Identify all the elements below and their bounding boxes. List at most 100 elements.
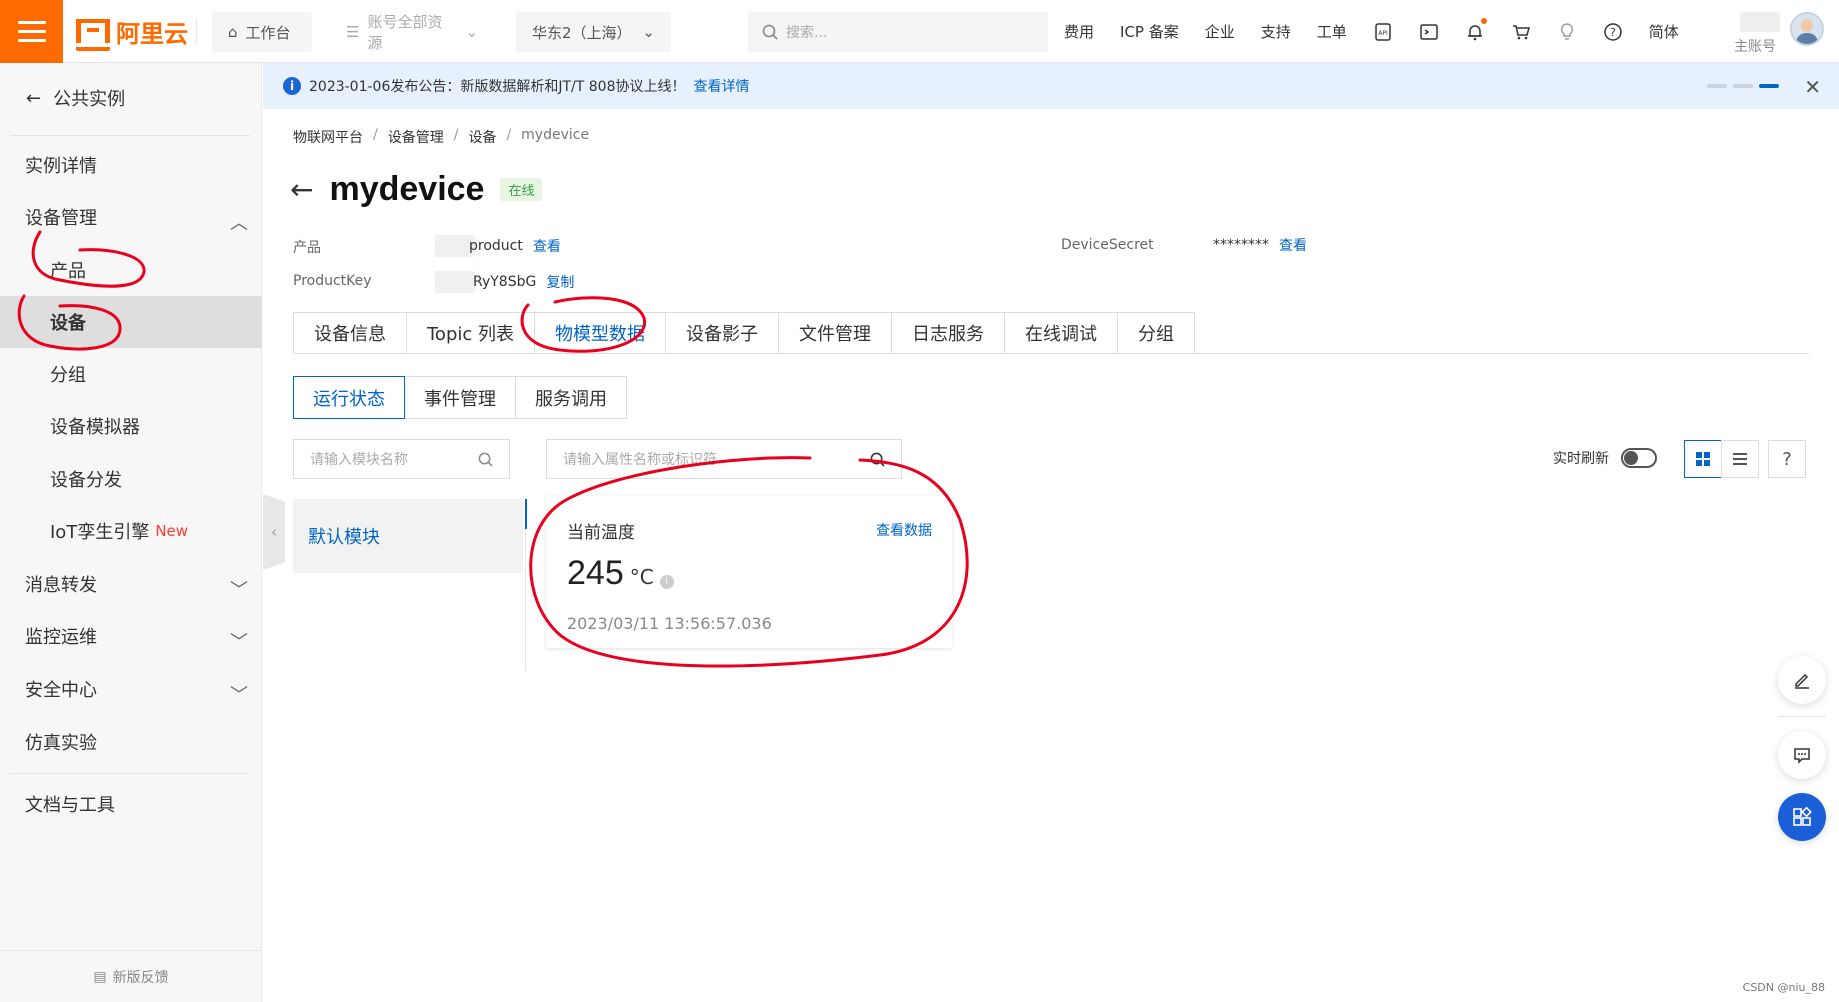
svg-text:API: API [1378,30,1388,37]
chat-float-button[interactable] [1778,731,1826,779]
link-icp[interactable]: ICP 备案 [1120,21,1179,42]
carousel-dots[interactable] [1707,84,1779,88]
sidebar-item-label: 安全中心 [25,680,97,701]
terminal-icon[interactable] [1419,22,1439,42]
help-icon[interactable]: ? [1603,22,1623,42]
help-button[interactable]: ? [1768,440,1806,478]
sidebar-item-device-distribution[interactable]: 设备分发 [0,454,262,504]
sidebar-item-message-forwarding[interactable]: 消息转发 ﹀ [0,559,262,609]
list-icon [1733,453,1747,465]
bell-icon[interactable] [1465,17,1487,42]
account-label: 主账号 [1734,39,1776,55]
link-enterprise[interactable]: 企业 [1205,21,1235,42]
tab-topic-list[interactable]: Topic 列表 [406,312,534,354]
grid-view-button[interactable] [1684,440,1722,478]
region-select[interactable]: 华东2（上海） ⌄ [516,12,671,52]
subtab-running-status[interactable]: 运行状态 [293,376,405,419]
account-menu[interactable]: 主账号 [1720,4,1830,60]
tab-label: Topic 列表 [427,324,514,345]
module-search-input[interactable]: 请输入模块名称 [293,439,510,479]
home-icon: ⌂ [228,23,238,41]
arrow-left-icon[interactable]: ← [290,173,313,206]
device-tabs: 设备信息 Topic 列表 物模型数据 设备影子 文件管理 日志服务 在线调试 … [293,312,1195,354]
arrow-left-icon: ← [26,87,42,109]
property-search-input[interactable]: 请输入属性名称或标识符 [546,439,902,479]
topbar-links: 费用 ICP 备案 企业 支持 工单 API ? 简体 [1064,0,1679,63]
product-label: 产品 [293,240,321,256]
watermark: CSDN @niu_88 [1742,981,1825,994]
announcement-text: 2023-01-06发布公告：新版数据解析和JT/T 808协议上线！ [309,79,686,95]
avatar[interactable] [1790,12,1824,46]
account-resources-select[interactable]: ☰ 账号全部资源 ⌄ [330,12,494,52]
sidebar-collapse-handle[interactable]: ‹ [263,494,285,570]
account-name-redacted [1740,12,1780,32]
workbench-button[interactable]: ⌂ 工作台 [212,12,312,52]
sidebar-item-instance-details[interactable]: 实例详情 [0,140,262,190]
productkey-value: RyY8SbG 复制 [435,271,574,293]
subtab-event-management[interactable]: 事件管理 [404,376,516,419]
view-devicesecret-link[interactable]: 查看 [1279,235,1307,255]
link-support[interactable]: 支持 [1261,21,1291,42]
view-data-link[interactable]: 查看数据 [876,520,932,540]
sidebar-item-iot-twin-engine[interactable]: IoT孪生引擎 New [0,506,262,556]
sidebar-item-group[interactable]: 分组 [0,349,262,399]
language-switch[interactable]: 简体 [1649,21,1679,42]
global-search[interactable]: 搜索... [748,12,1048,52]
info-icon[interactable]: i [659,574,674,589]
copy-productkey-link[interactable]: 复制 [546,272,574,292]
sidebar-item-docs-tools[interactable]: 文档与工具 [0,779,262,829]
sidebar-item-label: 产品 [50,261,86,282]
module-label: 默认模块 [308,527,380,548]
announcement-link[interactable]: 查看详情 [693,76,749,96]
apps-icon [1793,806,1812,826]
tab-label: 物模型数据 [555,324,645,345]
breadcrumb-item[interactable]: 设备管理 [388,127,444,147]
chevron-down-icon: ⌄ [465,23,479,41]
sidebar-item-label: 设备分发 [50,470,122,491]
sidebar-item-label: 文档与工具 [25,795,115,816]
back-to-instances[interactable]: ← 公共实例 [26,85,125,111]
view-product-link[interactable]: 查看 [533,236,561,256]
sidebar-item-device-simulator[interactable]: 设备模拟器 [0,401,262,451]
sidebar-item-monitoring[interactable]: 监控运维 ﹀ [0,611,262,661]
sidebar-item-device[interactable]: 设备 [0,296,262,348]
breadcrumb-item[interactable]: 设备 [468,127,496,147]
divider [1778,716,1826,717]
question-icon: ? [1782,448,1792,470]
tab-log-service[interactable]: 日志服务 [891,312,1004,354]
api-icon[interactable]: API [1373,22,1393,42]
aliyun-logo[interactable]: 阿里云 [76,16,188,51]
apps-float-button[interactable] [1778,793,1826,841]
tab-online-debug[interactable]: 在线调试 [1004,312,1117,354]
lightbulb-icon[interactable] [1557,22,1577,42]
edit-float-button[interactable] [1778,656,1826,704]
sidebar-item-label: 监控运维 [25,627,97,648]
subtab-service-call[interactable]: 服务调用 [515,376,627,419]
tab-label: 文件管理 [799,324,871,345]
tab-device-shadow[interactable]: 设备影子 [665,312,778,354]
tab-file-management[interactable]: 文件管理 [778,312,891,354]
tab-group[interactable]: 分组 [1117,312,1195,354]
sidebar-item-simulation-lab[interactable]: 仿真实验 [0,717,262,767]
list-view-button[interactable] [1721,440,1759,478]
menu-icon[interactable] [0,0,63,63]
feedback-button[interactable]: ▤ 新版反馈 [0,950,262,1002]
module-item-default[interactable]: 默认模块 [293,499,523,573]
close-icon[interactable]: ✕ [1804,75,1821,99]
chat-icon [1794,748,1810,764]
link-ticket[interactable]: 工单 [1317,21,1347,42]
sidebar-item-security-center[interactable]: 安全中心 ﹀ [0,664,262,714]
realtime-refresh-toggle[interactable] [1621,448,1657,468]
info-icon: i [283,77,301,95]
sidebar-item-product[interactable]: 产品 [0,245,262,295]
tab-thing-model-data[interactable]: 物模型数据 [534,312,665,354]
tabs-underline [293,353,1809,354]
cart-icon[interactable] [1511,22,1531,42]
realtime-refresh: 实时刷新 [1553,448,1657,468]
link-billing[interactable]: 费用 [1064,21,1094,42]
subtab-label: 服务调用 [535,388,607,410]
breadcrumb-item[interactable]: 物联网平台 [293,127,363,147]
sidebar-item-label: 设备管理 [25,208,97,229]
sidebar-item-device-management[interactable]: 设备管理 ︿ [0,192,262,242]
tab-device-info[interactable]: 设备信息 [293,312,406,354]
